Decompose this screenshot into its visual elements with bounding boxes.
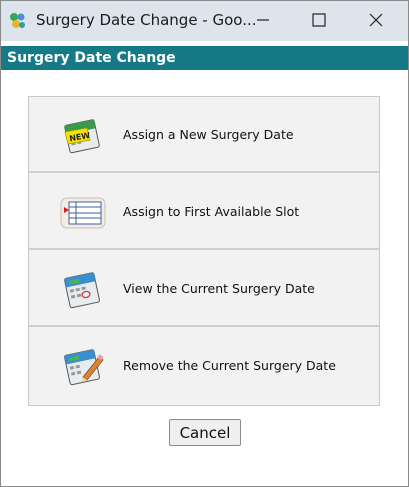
window-title: Surgery Date Change - Goo... bbox=[36, 11, 257, 29]
dialog-window: Surgery Date Change - Goo... Surgery Dat… bbox=[0, 0, 409, 487]
minimize-button[interactable] bbox=[239, 1, 287, 41]
option-label: Assign to First Available Slot bbox=[123, 204, 300, 219]
view-current-date-option[interactable]: View the Current Surgery Date bbox=[29, 251, 379, 327]
option-label: View the Current Surgery Date bbox=[123, 281, 315, 296]
new-calendar-icon: NEW bbox=[59, 116, 107, 156]
minimize-icon bbox=[256, 12, 270, 31]
remove-current-date-option[interactable]: Remove the Current Surgery Date bbox=[29, 328, 379, 404]
assign-first-slot-option[interactable]: Assign to First Available Slot bbox=[29, 174, 379, 250]
app-logo-icon bbox=[8, 11, 28, 31]
view-calendar-icon bbox=[59, 270, 107, 310]
edit-calendar-icon bbox=[59, 347, 107, 387]
title-bar[interactable]: Surgery Date Change - Goo... bbox=[1, 1, 408, 41]
close-button[interactable] bbox=[352, 1, 400, 41]
close-icon bbox=[369, 12, 383, 31]
option-list: NEW Assign a New Surgery Date Assign to … bbox=[28, 96, 380, 406]
option-label: Assign a New Surgery Date bbox=[123, 127, 294, 142]
dialog-header: Surgery Date Change bbox=[1, 46, 408, 70]
maximize-icon bbox=[312, 12, 326, 31]
assign-new-date-option[interactable]: NEW Assign a New Surgery Date bbox=[29, 97, 379, 173]
schedule-list-icon bbox=[59, 193, 107, 233]
maximize-button[interactable] bbox=[295, 1, 343, 41]
cancel-button[interactable]: Cancel bbox=[169, 419, 241, 446]
option-label: Remove the Current Surgery Date bbox=[123, 358, 336, 373]
